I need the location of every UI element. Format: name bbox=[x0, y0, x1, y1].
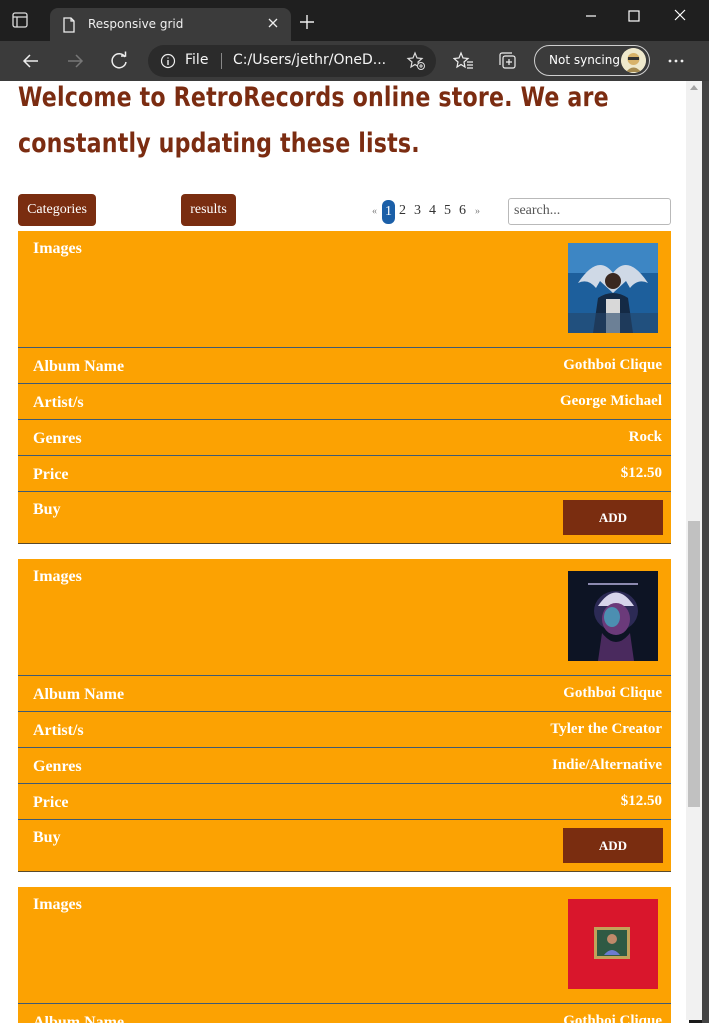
genres-row: Genres Indie/Alternative bbox=[18, 747, 671, 783]
album-name-value: Gothboi Clique bbox=[563, 357, 662, 373]
album-name-row: Album Name Gothboi Clique bbox=[18, 1003, 671, 1023]
pagination-page-3[interactable]: 3 bbox=[414, 203, 421, 219]
images-row: Images bbox=[18, 559, 671, 675]
images-label: Images bbox=[33, 896, 82, 913]
scroll-up-icon[interactable] bbox=[690, 85, 698, 90]
price-label: Price bbox=[33, 466, 69, 483]
address-scheme: File bbox=[185, 52, 209, 68]
forward-arrow-icon[interactable] bbox=[64, 50, 86, 72]
buy-row: Buy ADD bbox=[18, 491, 671, 543]
artists-row: Artist/s George Michael bbox=[18, 383, 671, 419]
favorites-icon[interactable] bbox=[452, 50, 475, 72]
search-input[interactable]: search... bbox=[508, 198, 671, 225]
album-name-row: Album Name Gothboi Clique bbox=[18, 675, 671, 711]
add-to-cart-button[interactable]: ADD bbox=[563, 500, 663, 535]
buy-label: Buy bbox=[33, 829, 61, 846]
buy-row: Buy ADD bbox=[18, 819, 671, 871]
sync-button[interactable]: Not syncing bbox=[534, 45, 650, 76]
new-tab-icon[interactable] bbox=[298, 13, 318, 33]
page-viewport: Welcome to RetroRecords online store. We… bbox=[0, 81, 689, 1023]
pagination-page-5[interactable]: 5 bbox=[444, 203, 451, 219]
album-cover-image[interactable] bbox=[568, 571, 658, 661]
artists-label: Artist/s bbox=[33, 394, 84, 411]
artists-label: Artist/s bbox=[33, 722, 84, 739]
back-arrow-icon[interactable] bbox=[20, 50, 42, 72]
document-icon bbox=[62, 17, 76, 36]
album-card: Images Album Name Gothboi Clique Artist/… bbox=[18, 559, 671, 872]
page-headline: Welcome to RetroRecords online store. We… bbox=[18, 82, 609, 159]
scrollbar-thumb[interactable] bbox=[688, 521, 700, 807]
album-card: Images Album Name Gothboi Clique bbox=[18, 887, 671, 1023]
album-cover-image[interactable] bbox=[568, 243, 658, 333]
artists-value: Tyler the Creator bbox=[550, 721, 662, 737]
images-row: Images bbox=[18, 231, 671, 347]
album-name-label: Album Name bbox=[33, 686, 125, 703]
pagination-page-1[interactable]: 1 bbox=[382, 200, 395, 224]
images-row: Images bbox=[18, 887, 671, 1003]
buy-label: Buy bbox=[33, 501, 61, 518]
vertical-scrollbar[interactable] bbox=[686, 81, 702, 1020]
pagination-page-2[interactable]: 2 bbox=[399, 203, 406, 219]
address-bar[interactable]: File C:/Users/jethr/OneD... bbox=[148, 45, 436, 77]
images-label: Images bbox=[33, 240, 82, 257]
minimize-icon[interactable] bbox=[578, 6, 604, 26]
add-to-cart-button[interactable]: ADD bbox=[563, 828, 663, 863]
price-value: $12.50 bbox=[620, 793, 662, 809]
sync-label: Not syncing bbox=[549, 53, 620, 67]
close-tab-icon[interactable] bbox=[265, 15, 281, 31]
address-separator bbox=[221, 53, 222, 69]
categories-button[interactable]: Categories bbox=[18, 194, 96, 226]
refresh-icon[interactable] bbox=[108, 50, 130, 72]
address-url[interactable]: C:/Users/jethr/OneD... bbox=[233, 52, 386, 68]
album-name-value: Gothboi Clique bbox=[563, 685, 662, 701]
pagination-prev[interactable]: « bbox=[372, 206, 377, 217]
info-icon[interactable] bbox=[160, 53, 176, 73]
album-name-row: Album Name Gothboi Clique bbox=[18, 347, 671, 383]
album-name-label: Album Name bbox=[33, 358, 125, 375]
close-window-icon[interactable] bbox=[667, 6, 693, 26]
browser-toolbar: File C:/Users/jethr/OneD... Not syncing bbox=[0, 41, 709, 81]
results-button[interactable]: results bbox=[181, 194, 236, 226]
genres-label: Genres bbox=[33, 758, 82, 775]
maximize-icon[interactable] bbox=[621, 6, 647, 26]
genres-value: Indie/Alternative bbox=[552, 757, 662, 773]
price-value: $12.50 bbox=[620, 465, 662, 481]
more-options-icon[interactable] bbox=[665, 50, 687, 72]
genres-value: Rock bbox=[628, 429, 662, 445]
pagination-page-6[interactable]: 6 bbox=[459, 203, 466, 219]
browser-tab[interactable]: Responsive grid bbox=[50, 8, 291, 41]
tab-title: Responsive grid bbox=[88, 17, 184, 31]
browser-titlebar: Responsive grid bbox=[0, 0, 709, 41]
pagination-next[interactable]: » bbox=[475, 206, 480, 217]
album-cover-image[interactable] bbox=[568, 899, 658, 989]
album-card: Images Album Name Gothboi Clique Artist/… bbox=[18, 231, 671, 544]
window-edge bbox=[702, 81, 709, 1023]
genres-label: Genres bbox=[33, 430, 82, 447]
price-row: Price $12.50 bbox=[18, 783, 671, 819]
images-label: Images bbox=[33, 568, 82, 585]
price-label: Price bbox=[33, 794, 69, 811]
artists-value: George Michael bbox=[559, 393, 662, 409]
tab-actions-icon[interactable] bbox=[12, 12, 42, 38]
album-name-label: Album Name bbox=[33, 1014, 125, 1023]
collections-icon[interactable] bbox=[497, 50, 519, 72]
pagination-page-4[interactable]: 4 bbox=[429, 203, 436, 219]
genres-row: Genres Rock bbox=[18, 419, 671, 455]
price-row: Price $12.50 bbox=[18, 455, 671, 491]
artists-row: Artist/s Tyler the Creator bbox=[18, 711, 671, 747]
album-name-value: Gothboi Clique bbox=[563, 1013, 662, 1023]
add-favorite-icon[interactable] bbox=[406, 51, 426, 75]
profile-avatar[interactable] bbox=[621, 48, 646, 73]
